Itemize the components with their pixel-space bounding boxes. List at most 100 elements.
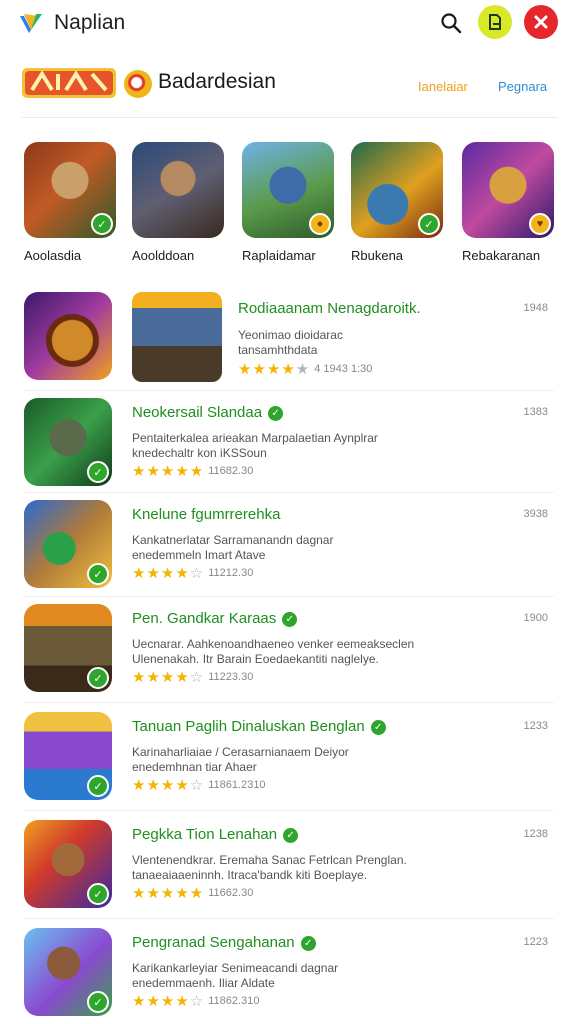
rating-stars: ★★★★★ 4 1943 1:30 [238, 361, 373, 378]
app-logo-icon [20, 14, 42, 33]
rating-meta: 11862.310 [208, 995, 260, 1007]
check-badge-icon: ✓ [87, 461, 109, 483]
section-link-secondary[interactable]: Pegnara [498, 79, 547, 94]
list-item-desc: tanaeaiaaeninnh. Itraca'bandk kiti Boepl… [132, 868, 368, 882]
featured-thumbnail[interactable]: ✓ [351, 142, 443, 238]
list-item[interactable]: ✓ Neokersail Slandaa ✓ 1383 Pentaiterkale… [0, 398, 576, 488]
check-badge-icon: ✓ [87, 991, 109, 1013]
list-item[interactable]: ✓ Tanuan Paglih Dinaluskan Benglan ✓ 1233… [0, 712, 576, 802]
list-item-count: 1948 [523, 302, 548, 314]
document-button[interactable] [478, 5, 512, 39]
game-icon[interactable]: ✓ [24, 604, 112, 692]
game-icon[interactable]: ✓ [24, 820, 112, 908]
check-badge-icon: ✓ [87, 883, 109, 905]
featured-label: Aoolddoan [132, 248, 195, 263]
rating-stars: ★★★★★ 11662.30 [132, 885, 254, 902]
list-item-desc: enedemmaenh. Iliar Aldate [132, 976, 275, 990]
list-item[interactable]: ✓ Pegkka Tion Lenahan ✓ 1238 Vlentenendkr… [0, 820, 576, 910]
list-item-desc: Karikankarleyiar Senimeacandi dagnar [132, 961, 339, 975]
featured-thumbnail[interactable] [132, 142, 224, 238]
list-item[interactable]: Rodiaaanam Nenagdaroitk. 1948 Yeonimao d… [0, 292, 576, 388]
list-item-desc: tansamhthdata [238, 343, 318, 357]
section-title: Badardesian [158, 70, 276, 93]
row-divider [24, 702, 554, 703]
list-item-title[interactable]: Pengranad Sengahanan ✓ [132, 934, 316, 951]
check-badge-icon: ✓ [418, 213, 440, 235]
list-item-count: 1233 [523, 720, 548, 732]
game-icon[interactable]: ✓ [24, 398, 112, 486]
row-divider [24, 596, 554, 597]
featured-item[interactable]: ● Raplaidamar [242, 142, 338, 263]
game-banner[interactable] [132, 292, 222, 382]
brand-badge-icon [124, 70, 152, 98]
close-icon [534, 15, 548, 29]
featured-item[interactable]: ✓ Aoolasdia [24, 142, 120, 263]
list-item-title[interactable]: Neokersail Slandaa ✓ [132, 404, 284, 421]
verified-icon: ✓ [370, 720, 386, 735]
list-item-count: 1383 [523, 406, 548, 418]
list-item-desc: knedechaltr kon iKSSoun [132, 446, 267, 460]
search-button[interactable] [436, 8, 466, 38]
rating-stars: ★★★★☆ 11212.30 [132, 565, 254, 582]
featured-thumbnail[interactable]: ✓ [24, 142, 116, 238]
rating-stars: ★★★★☆ 11223.30 [132, 669, 254, 686]
close-button[interactable] [524, 5, 558, 39]
list-item-count: 1900 [523, 612, 548, 624]
list-item[interactable]: ✓ Pen. Gandkar Karaas ✓ 1900 Uecnarar. Aa… [0, 604, 576, 694]
list-item-count: 3938 [523, 508, 548, 520]
section-divider [22, 117, 558, 118]
list-item[interactable]: ✓ Pengranad Sengahanan ✓ 1223 Karikankarl… [0, 928, 576, 1018]
featured-item[interactable]: ♥ Rebakaranan [462, 142, 558, 263]
rating-meta: 11223.30 [208, 671, 254, 683]
featured-label: Raplaidamar [242, 248, 316, 263]
list-item-desc: Ulenenakah. Itr Barain Eoedaekantiti nag… [132, 652, 379, 666]
rating-meta: 4 1943 1:30 [314, 363, 373, 375]
list-item-title[interactable]: Rodiaaanam Nenagdaroitk. [238, 300, 421, 317]
rating-meta: 11212.30 [208, 567, 254, 579]
search-icon [441, 13, 462, 34]
list-item[interactable]: ✓ Knelune fgumrrerehka 3938 Kankatnerlat… [0, 500, 576, 590]
game-icon[interactable]: ✓ [24, 500, 112, 588]
row-divider [24, 918, 554, 919]
brand-logo [22, 68, 116, 98]
section-header: Badardesian Ianelaiar Pegnara [0, 58, 576, 110]
section-link-primary[interactable]: Ianelaiar [418, 79, 468, 94]
game-icon[interactable]: ✓ [24, 712, 112, 800]
row-divider [24, 810, 554, 811]
rating-meta: 11861.2310 [208, 779, 266, 791]
list-item-title[interactable]: Knelune fgumrrerehka [132, 506, 280, 523]
list-item-desc: Karinaharliaiae / Cerasarnianaem Deiyor [132, 745, 349, 759]
list-item-desc: Vlentenendkrar. Eremaha Sanac Fetrlcan P… [132, 853, 407, 867]
featured-item[interactable]: Aoolddoan [132, 142, 228, 263]
featured-thumbnail[interactable]: ● [242, 142, 334, 238]
rating-stars: ★★★★☆ 11862.310 [132, 993, 260, 1010]
heart-badge-icon: ♥ [529, 213, 551, 235]
check-badge-icon: ✓ [87, 667, 109, 689]
verified-icon: ✓ [282, 612, 298, 627]
game-icon[interactable] [24, 292, 112, 380]
list-item-title[interactable]: Pen. Gandkar Karaas ✓ [132, 610, 298, 627]
coin-badge-icon: ● [309, 213, 331, 235]
list-item-title[interactable]: Tanuan Paglih Dinaluskan Benglan ✓ [132, 718, 386, 735]
featured-thumbnail[interactable]: ♥ [462, 142, 554, 238]
verified-icon: ✓ [300, 936, 316, 951]
verified-icon: ✓ [283, 828, 299, 843]
app-title: Naplian [54, 11, 126, 34]
verified-icon: ✓ [268, 406, 284, 421]
list-item-desc: Yeonimao dioidarac [238, 328, 343, 342]
list-item-desc: Uecnarar. Aahkenoandhaeneo venker eemeak… [132, 637, 415, 651]
check-badge-icon: ✓ [87, 775, 109, 797]
rating-stars: ★★★★★ 11682.30 [132, 463, 254, 480]
top-bar: Naplian [0, 0, 576, 48]
featured-label: Aoolasdia [24, 248, 82, 263]
list-item-desc: Kankatnerlatar Sarramanandn dagnar [132, 533, 334, 547]
list-item-count: 1238 [523, 828, 548, 840]
rating-meta: 11662.30 [208, 887, 254, 899]
list-item-title[interactable]: Pegkka Tion Lenahan ✓ [132, 826, 299, 843]
check-badge-icon: ✓ [91, 213, 113, 235]
featured-carousel: ✓ Aoolasdia Aoolddoan ● Raplaidamar ✓ Rb… [0, 142, 576, 272]
featured-item[interactable]: ✓ Rbukena [351, 142, 447, 263]
row-divider [24, 492, 554, 493]
game-icon[interactable]: ✓ [24, 928, 112, 1016]
document-icon [489, 14, 501, 30]
